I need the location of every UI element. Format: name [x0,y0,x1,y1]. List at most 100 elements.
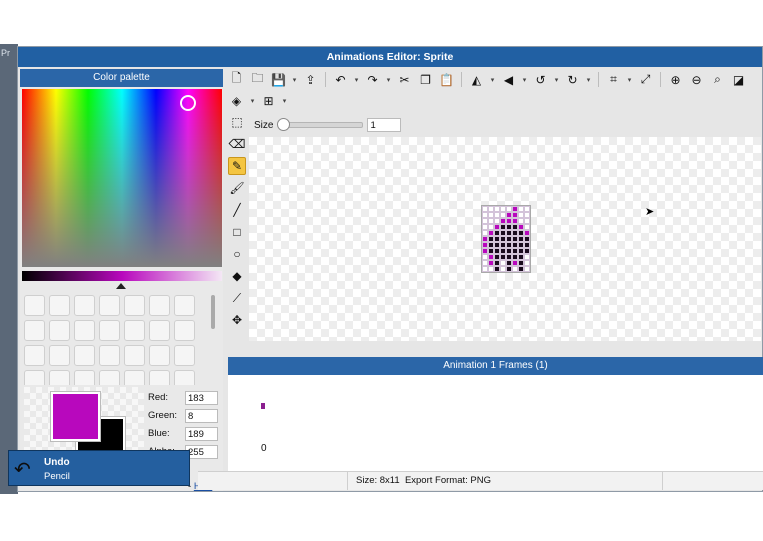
undo-notification[interactable]: ↶ Undo Pencil [8,450,190,486]
swatch[interactable] [124,345,145,366]
swatch[interactable] [74,370,95,385]
swatch[interactable] [149,345,170,366]
divider [325,72,326,87]
swatch[interactable] [49,345,70,366]
sprite-image[interactable] [481,205,531,273]
swatch[interactable] [124,370,145,385]
zoom-out-icon[interactable]: ⊖ [688,71,705,88]
color-spectrum[interactable] [22,89,222,267]
size-label: Size [254,119,274,131]
swatch[interactable] [74,320,95,341]
move-icon[interactable]: ✥ [228,311,246,329]
swatch[interactable] [174,320,195,341]
size-slider-thumb[interactable] [277,118,291,131]
size-value-field[interactable]: 1 [367,118,402,132]
background-window-strip [0,44,18,494]
swatch[interactable] [149,320,170,341]
swatch[interactable] [74,295,95,316]
primary-color-swatch[interactable] [51,392,100,441]
fill-bucket-icon[interactable]: ◆ [228,267,246,285]
swatch[interactable] [124,295,145,316]
frame-number: 0 [261,443,267,454]
flip-horizontal-icon[interactable]: ◭ [468,71,485,88]
chevron-down-icon[interactable]: ▾ [249,92,256,109]
swatch-scrollbar[interactable] [211,295,215,329]
chevron-down-icon[interactable]: ▾ [553,71,560,88]
zoom-in-icon[interactable]: ⊕ [667,71,684,88]
red-field[interactable]: 183 [185,390,218,405]
status-empty-cell [198,472,348,490]
sprite-pixel[interactable] [524,266,530,272]
save-icon[interactable]: 💾 [270,71,287,88]
swatch[interactable] [174,345,195,366]
chevron-down-icon[interactable]: ▾ [385,71,392,88]
layers-icon[interactable]: ◈ [228,92,245,109]
brightness-slider[interactable] [22,271,222,281]
flip-vertical-icon[interactable]: ◀ [500,71,517,88]
swatch[interactable] [99,345,120,366]
chevron-down-icon[interactable]: ▾ [489,71,496,88]
status-bar: Size: 8x11 Export Format: PNG [198,471,763,490]
grid-icon[interactable]: ⊞ [260,92,277,109]
resize-icon[interactable]: ⤢ [637,71,654,88]
green-label: Green: [148,410,178,421]
eraser-icon[interactable]: ⌫ [228,135,246,153]
brightness-marker[interactable] [116,283,126,289]
undo-icon[interactable]: ↶ [332,71,349,88]
size-slider[interactable] [277,118,364,131]
blue-field[interactable]: 189 [185,426,218,441]
status-export-format: Export Format: PNG [404,475,491,486]
toolbar: 🗋 🗀 💾 ▾ ⇪ ↶ ▾ ↷ ▾ ✂ ❐ 📋 ◭ ▾ ◀ ▾ ↺ ▾ ↻ ▾ ⌗ ▾ ⤢ ⊕ … [228,69,763,111]
swatch[interactable] [49,370,70,385]
eyedropper-icon[interactable]: ⟋ [228,289,246,307]
chevron-down-icon[interactable]: ▾ [585,71,592,88]
swatch[interactable] [124,320,145,341]
export-icon[interactable]: ⇪ [302,71,319,88]
swatch[interactable] [174,370,195,385]
paste-icon[interactable]: 📋 [438,71,455,88]
swatch[interactable] [99,295,120,316]
swatch[interactable] [174,295,195,316]
animation-frames-panel: Animation 1 Frames (1) 0 [228,357,763,471]
line-icon[interactable]: ╱ [228,201,246,219]
chevron-down-icon[interactable]: ▾ [281,92,288,109]
swatch[interactable] [49,295,70,316]
green-field[interactable]: 8 [185,408,218,423]
swatch[interactable] [24,295,45,316]
swatch[interactable] [149,370,170,385]
swatch[interactable] [149,295,170,316]
frame-thumbnail[interactable] [261,403,265,409]
chevron-down-icon[interactable]: ▾ [353,71,360,88]
rotate-right-icon[interactable]: ↻ [564,71,581,88]
copy-icon[interactable]: ❐ [417,71,434,88]
chevron-down-icon[interactable]: ▾ [521,71,528,88]
select-icon[interactable]: ⬚ [228,113,246,131]
invert-icon[interactable]: ◪ [730,71,747,88]
open-folder-icon[interactable]: 🗀 [249,71,266,88]
swatch[interactable] [99,370,120,385]
animations-editor-window: Animations Editor: Sprite Color palette … [17,46,763,492]
crop-icon[interactable]: ⌗ [605,71,622,88]
red-label: Red: [148,392,169,403]
swatch[interactable] [24,345,45,366]
ellipse-icon[interactable]: ○ [228,245,246,263]
zoom-fit-icon[interactable]: ⌕ [709,71,726,88]
rotate-left-icon[interactable]: ↺ [532,71,549,88]
swatch[interactable] [99,320,120,341]
cut-icon[interactable]: ✂ [396,71,413,88]
rectangle-icon[interactable]: □ [228,223,246,241]
divider [660,72,661,87]
window-title: Animations Editor: Sprite [18,47,762,67]
chevron-down-icon[interactable]: ▾ [291,71,298,88]
notification-subtitle: Pencil [44,471,70,482]
swatch[interactable] [24,320,45,341]
chevron-down-icon[interactable]: ▾ [626,71,633,88]
swatch[interactable] [24,370,45,385]
new-file-icon[interactable]: 🗋 [228,71,245,88]
redo-icon[interactable]: ↷ [364,71,381,88]
swatch[interactable] [74,345,95,366]
brush-icon[interactable]: 🖌 [228,179,246,197]
swatch[interactable] [49,320,70,341]
color-picker-ring[interactable] [180,95,196,111]
pencil-icon[interactable]: ✎ [228,157,246,175]
